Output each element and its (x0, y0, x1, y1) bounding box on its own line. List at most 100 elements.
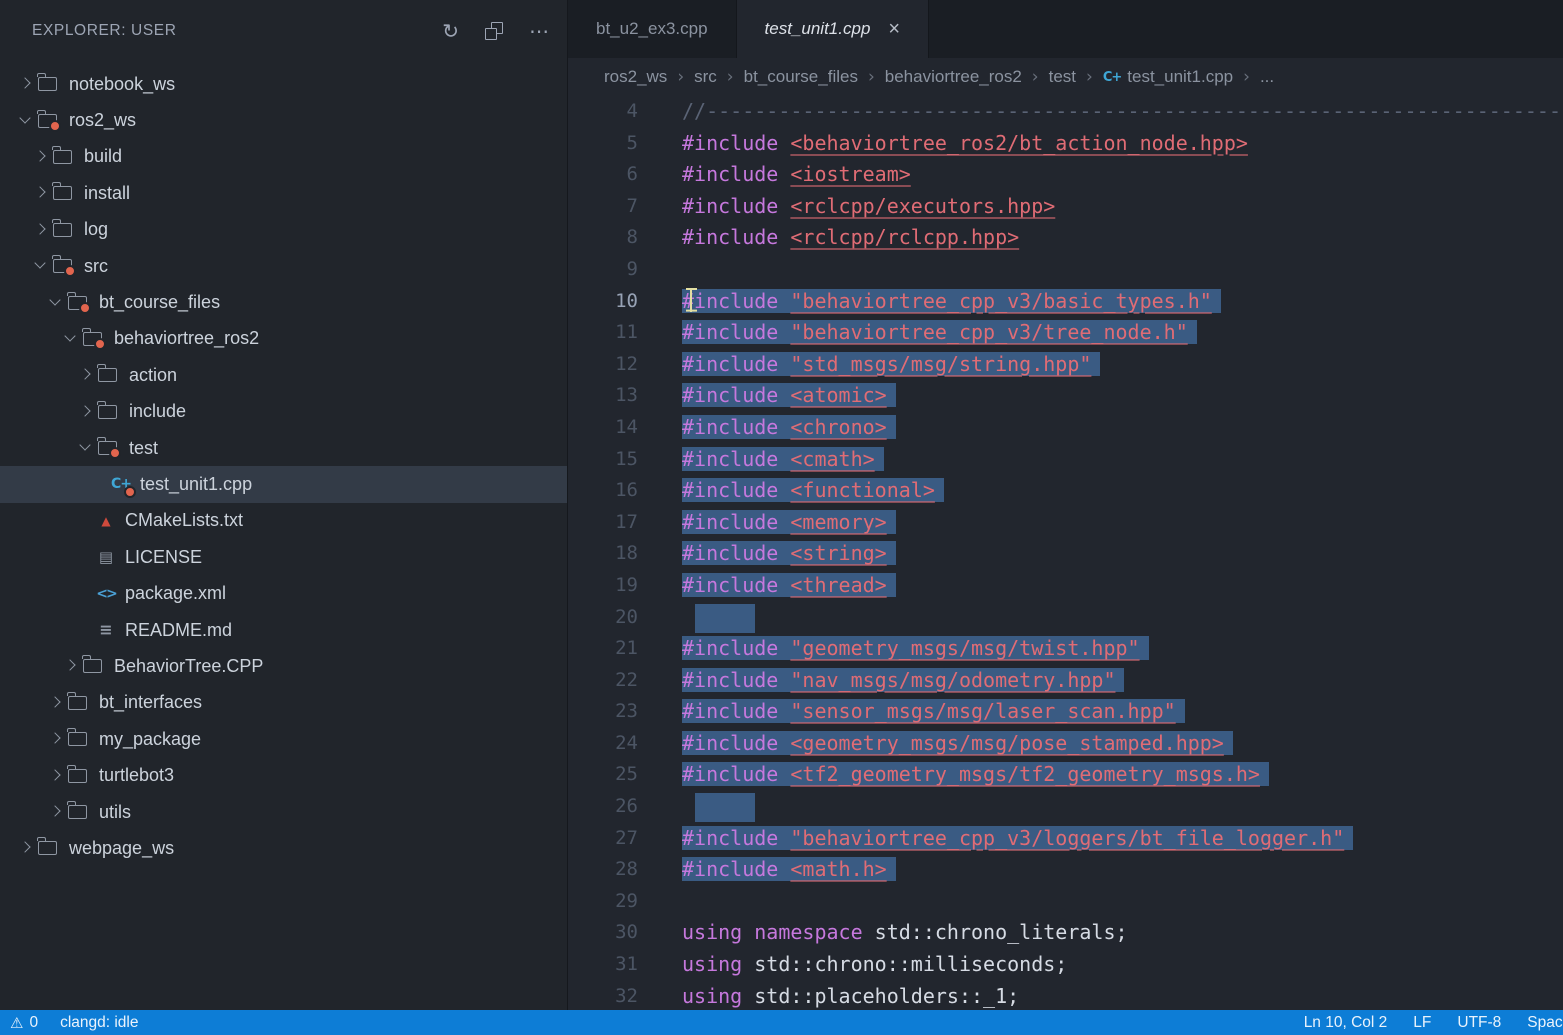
line-number[interactable]: 32 (568, 981, 638, 1010)
breadcrumb-item-ros2_ws[interactable]: ros2_ws (604, 67, 667, 87)
line-number[interactable]: 12 (568, 349, 638, 381)
tree-item-bt_course_files[interactable]: bt_course_files (0, 284, 567, 320)
line-number[interactable]: 9 (568, 254, 638, 286)
code-line[interactable]: 25#include <tf2_geometry_msgs/tf2_geomet… (568, 759, 1563, 791)
status-indentation[interactable]: Spaces (1527, 1014, 1563, 1032)
chevron-right-icon[interactable] (31, 221, 49, 239)
code-line[interactable]: 24#include <geometry_msgs/msg/pose_stamp… (568, 728, 1563, 760)
refresh-icon[interactable]: ↻ (442, 21, 459, 41)
tree-item-behaviortree_ros2[interactable]: behaviortree_ros2 (0, 321, 567, 357)
tree-item-webpage_ws[interactable]: webpage_ws (0, 830, 567, 866)
tree-item-my_package[interactable]: my_package (0, 721, 567, 757)
line-number[interactable]: 15 (568, 444, 638, 476)
line-number[interactable]: 29 (568, 886, 638, 918)
breadcrumb-item-behaviortree_ros2[interactable]: behaviortree_ros2 (885, 67, 1022, 87)
line-number[interactable]: 10 (568, 286, 638, 318)
chevron-right-icon[interactable] (46, 767, 64, 785)
tree-item-log[interactable]: log (0, 212, 567, 248)
tab-bt_u2_ex3[interactable]: bt_u2_ex3.cpp (568, 0, 737, 58)
status-cursor-position[interactable]: Ln 10, Col 2 (1304, 1014, 1388, 1032)
tree-item-build[interactable]: build (0, 139, 567, 175)
line-number[interactable]: 30 (568, 917, 638, 949)
code-line[interactable]: 28#include <math.h> (568, 854, 1563, 886)
tree-item-notebook_ws[interactable]: notebook_ws (0, 66, 567, 102)
chevron-down-icon[interactable] (46, 294, 64, 312)
tree-item-BehaviorTree.CPP[interactable]: BehaviorTree.CPP (0, 648, 567, 684)
chevron-right-icon[interactable] (46, 694, 64, 712)
line-number[interactable]: 14 (568, 412, 638, 444)
chevron-down-icon[interactable] (31, 257, 49, 275)
chevron-right-icon[interactable] (16, 839, 34, 857)
code-line[interactable]: 14#include <chrono> (568, 412, 1563, 444)
code-line[interactable]: 29 (568, 886, 1563, 918)
status-eol[interactable]: LF (1413, 1014, 1431, 1032)
code-line[interactable]: 11#include "behaviortree_cpp_v3/tree_nod… (568, 317, 1563, 349)
code-line[interactable]: 17#include <memory> (568, 507, 1563, 539)
code-editor[interactable]: 4//-------------------------------------… (568, 96, 1563, 1010)
code-line[interactable]: 31using std::chrono::milliseconds; (568, 949, 1563, 981)
code-line[interactable]: 32using std::placeholders::_1; (568, 981, 1563, 1010)
code-line[interactable]: 13#include <atomic> (568, 380, 1563, 412)
line-number[interactable]: 21 (568, 633, 638, 665)
code-line[interactable]: 22#include "nav_msgs/msg/odometry.hpp" (568, 665, 1563, 697)
code-line[interactable]: 4//-------------------------------------… (568, 96, 1563, 128)
code-line[interactable]: 26 (568, 791, 1563, 823)
tab-test_unit1[interactable]: test_unit1.cpp× (737, 0, 930, 58)
tree-item-src[interactable]: src (0, 248, 567, 284)
code-line[interactable]: 8#include <rclcpp/rclcpp.hpp> (568, 222, 1563, 254)
code-line[interactable]: 21#include "geometry_msgs/msg/twist.hpp" (568, 633, 1563, 665)
chevron-down-icon[interactable] (16, 112, 34, 130)
status-problems[interactable]: ⚠0 (10, 1014, 38, 1032)
more-actions-icon[interactable]: ⋯ (529, 21, 549, 41)
code-line[interactable]: 20 (568, 602, 1563, 634)
tree-item-package.xml[interactable]: <>package.xml (0, 575, 567, 611)
tree-item-turtlebot3[interactable]: turtlebot3 (0, 757, 567, 793)
line-number[interactable]: 28 (568, 854, 638, 886)
tree-item-include[interactable]: include (0, 394, 567, 430)
breadcrumb-item-...[interactable]: ... (1260, 67, 1274, 87)
code-line[interactable]: 5#include <behaviortree_ros2/bt_action_n… (568, 128, 1563, 160)
tree-item-action[interactable]: action (0, 357, 567, 393)
status-encoding[interactable]: UTF-8 (1457, 1014, 1501, 1032)
breadcrumb-item-bt_course_files[interactable]: bt_course_files (744, 67, 858, 87)
line-number[interactable]: 22 (568, 665, 638, 697)
line-number[interactable]: 7 (568, 191, 638, 223)
code-line[interactable]: 16#include <functional> (568, 475, 1563, 507)
code-line[interactable]: 30using namespace std::chrono_literals; (568, 917, 1563, 949)
tree-item-README.md[interactable]: ≡README.md (0, 612, 567, 648)
tree-item-test[interactable]: test (0, 430, 567, 466)
line-number[interactable]: 5 (568, 128, 638, 160)
line-number[interactable]: 18 (568, 538, 638, 570)
chevron-down-icon[interactable] (76, 439, 94, 457)
collapse-folders-icon[interactable] (485, 22, 503, 40)
line-number[interactable]: 4 (568, 96, 638, 128)
code-line[interactable]: 9 (568, 254, 1563, 286)
line-number[interactable]: 26 (568, 791, 638, 823)
breadcrumb-item-test[interactable]: test (1049, 67, 1076, 87)
tree-item-LICENSE[interactable]: ▤LICENSE (0, 539, 567, 575)
breadcrumb-item-src[interactable]: src (694, 67, 717, 87)
line-number[interactable]: 8 (568, 222, 638, 254)
line-number[interactable]: 24 (568, 728, 638, 760)
code-line[interactable]: 12#include "std_msgs/msg/string.hpp" (568, 349, 1563, 381)
chevron-right-icon[interactable] (16, 75, 34, 93)
line-number[interactable]: 13 (568, 380, 638, 412)
tree-item-test_unit1.cpp[interactable]: C+test_unit1.cpp (0, 466, 567, 502)
line-number[interactable]: 25 (568, 759, 638, 791)
status-clangd-status[interactable]: clangd: idle (60, 1014, 138, 1032)
line-number[interactable]: 6 (568, 159, 638, 191)
code-line[interactable]: 27#include "behaviortree_cpp_v3/loggers/… (568, 823, 1563, 855)
chevron-right-icon[interactable] (61, 657, 79, 675)
line-number[interactable]: 16 (568, 475, 638, 507)
tree-item-CMakeLists.txt[interactable]: ▲CMakeLists.txt (0, 503, 567, 539)
line-number[interactable]: 31 (568, 949, 638, 981)
code-line[interactable]: 15#include <cmath> (568, 444, 1563, 476)
chevron-right-icon[interactable] (76, 403, 94, 421)
chevron-down-icon[interactable] (61, 330, 79, 348)
chevron-right-icon[interactable] (31, 148, 49, 166)
line-number[interactable]: 20 (568, 602, 638, 634)
code-line[interactable]: 10#include "behaviortree_cpp_v3/basic_ty… (568, 286, 1563, 318)
tree-item-install[interactable]: install (0, 175, 567, 211)
tree-item-ros2_ws[interactable]: ros2_ws (0, 102, 567, 138)
chevron-right-icon[interactable] (76, 366, 94, 384)
